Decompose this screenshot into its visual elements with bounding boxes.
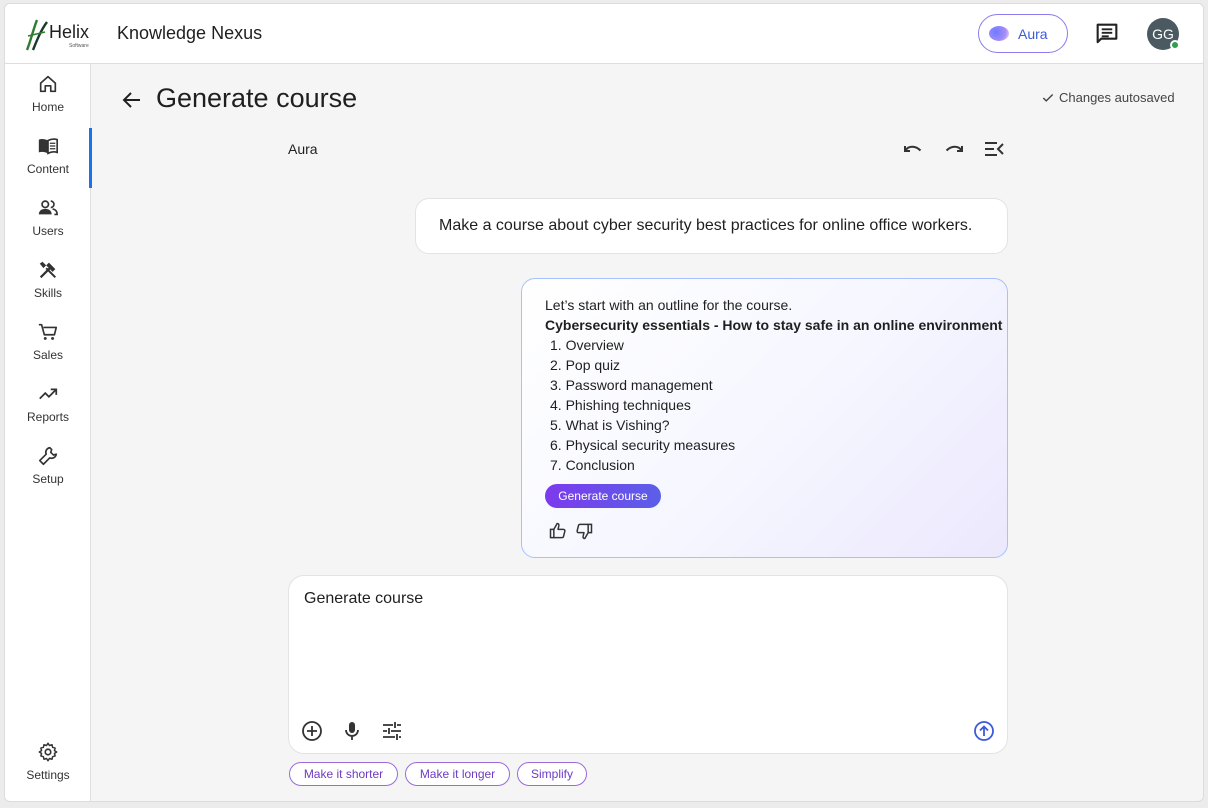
- menu-collapse-icon: [985, 142, 1004, 156]
- arrow-left-icon: [122, 92, 140, 108]
- outline-item: 4. Phishing techniques: [550, 397, 691, 413]
- undo-button[interactable]: [900, 137, 926, 161]
- thumbs-down-button[interactable]: [574, 521, 594, 541]
- sidebar-item-label: Content: [26, 162, 70, 176]
- chat-icon: [1096, 23, 1118, 44]
- page-title: Generate course: [156, 83, 358, 113]
- gear-icon: [38, 742, 58, 762]
- helix-logo-mark: [25, 19, 48, 51]
- wrench-icon: [38, 446, 58, 466]
- sidebar-item-settings[interactable]: Settings: [5, 732, 91, 792]
- sidebar-item-reports[interactable]: Reports: [5, 374, 91, 434]
- sidebar-item-label: Users: [32, 224, 64, 238]
- microphone-icon: [345, 722, 359, 740]
- sidebar-item-home[interactable]: Home: [5, 64, 91, 124]
- ai-intro-text: Let’s start with an outline for the cour…: [545, 297, 793, 313]
- add-circle-icon: [302, 721, 322, 741]
- back-button[interactable]: [120, 88, 144, 112]
- thumbs-up-button[interactable]: [548, 521, 568, 541]
- ai-outline-title: Cybersecurity essentials - How to stay s…: [545, 317, 1003, 333]
- app-window: Helix Software Knowledge Nexus Aura GG H…: [4, 3, 1204, 802]
- outline-item: 2. Pop quiz: [550, 357, 621, 373]
- main-area: Generate course Changes autosaved Aura M…: [92, 64, 1203, 801]
- helix-logo[interactable]: Helix Software: [23, 16, 93, 52]
- outline-item: 6. Physical security measures: [550, 437, 736, 453]
- user-message-text: Make a course about cyber security best …: [439, 217, 973, 234]
- redo-icon: [945, 145, 963, 152]
- sidebar-item-label: Setup: [32, 472, 64, 486]
- outline-item: 7. Conclusion: [550, 457, 635, 473]
- sidebar-item-label: Home: [31, 100, 64, 114]
- chat-panel-title: Aura: [288, 141, 318, 157]
- tools-icon: [39, 261, 57, 279]
- outline-item: 3. Password management: [550, 377, 713, 393]
- sidebar-item-label: Skills: [33, 286, 62, 300]
- composer: Generate course: [288, 575, 1008, 754]
- settings-sliders-button[interactable]: [380, 719, 404, 743]
- top-bar: Helix Software Knowledge Nexus Aura GG: [5, 4, 1203, 64]
- sidebar-item-label: Settings: [26, 768, 70, 782]
- arrow-up-circle-icon: [974, 721, 994, 741]
- outline-item: 1. Overview: [550, 337, 624, 353]
- redo-button[interactable]: [941, 137, 967, 161]
- suggestion-simplify[interactable]: Simplify: [517, 762, 587, 786]
- online-status-dot: [1170, 40, 1180, 50]
- user-message-bubble: Make a course about cyber security best …: [415, 198, 1008, 254]
- thumbs-down-icon: [576, 523, 593, 540]
- aura-icon: [989, 26, 1009, 41]
- trending-up-icon: [39, 388, 58, 400]
- logo-subtext: Software: [69, 43, 89, 49]
- sidebar-item-sales[interactable]: Sales: [5, 312, 91, 372]
- users-icon: [38, 200, 58, 216]
- outline-item: 5. What is Vishing?: [550, 417, 670, 433]
- microphone-button[interactable]: [340, 719, 364, 743]
- suggestion-make-longer[interactable]: Make it longer: [405, 762, 510, 786]
- aura-button-label: Aura: [1018, 26, 1048, 42]
- prompt-input[interactable]: Generate course: [304, 590, 994, 700]
- tune-icon: [383, 722, 401, 740]
- messages-button[interactable]: [1093, 20, 1121, 48]
- sidebar-item-users[interactable]: Users: [5, 188, 91, 248]
- undo-icon: [904, 145, 922, 152]
- autosave-text: Changes autosaved: [1059, 90, 1175, 105]
- logo-text: Helix: [49, 22, 90, 42]
- sidebar-item-setup[interactable]: Setup: [5, 436, 91, 496]
- book-icon: [38, 138, 58, 155]
- send-button[interactable]: [972, 719, 996, 743]
- ai-message-bubble: Let’s start with an outline for the cour…: [521, 278, 1008, 558]
- check-icon: [1042, 94, 1054, 102]
- generate-course-button[interactable]: Generate course: [545, 484, 661, 508]
- thumbs-up-icon: [549, 522, 566, 539]
- sidebar-item-label: Sales: [32, 348, 64, 362]
- add-attachment-button[interactable]: [300, 719, 324, 743]
- sidebar-item-skills[interactable]: Skills: [5, 250, 91, 310]
- cart-icon: [38, 323, 58, 340]
- collapse-panel-button[interactable]: [981, 137, 1007, 161]
- sidebar-item-content[interactable]: Content: [5, 126, 92, 188]
- sidebar-item-label: Reports: [26, 410, 70, 424]
- suggestion-make-shorter[interactable]: Make it shorter: [289, 762, 398, 786]
- home-icon: [39, 75, 57, 93]
- aura-button[interactable]: Aura: [978, 14, 1068, 53]
- sidebar: Home Content Users Skills Sales Reports …: [5, 64, 92, 801]
- app-title: Knowledge Nexus: [117, 23, 263, 43]
